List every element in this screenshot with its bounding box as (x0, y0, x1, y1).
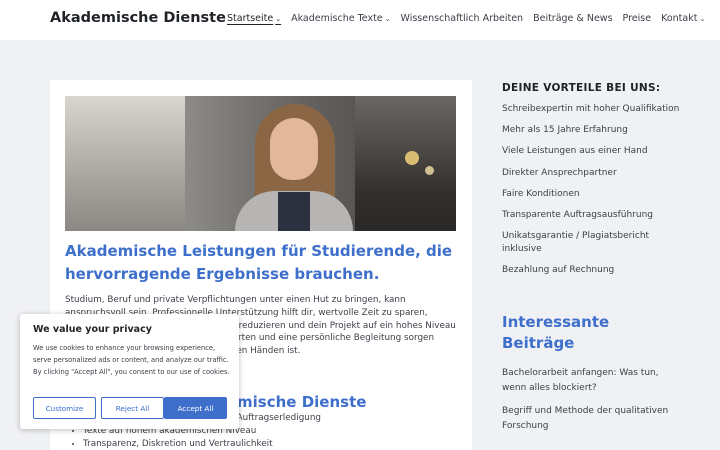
benefit-item: Viele Leistungen aus einer Hand (502, 146, 648, 157)
light-bokeh (405, 151, 419, 165)
chevron-down-icon: ⌄ (699, 14, 706, 23)
benefit-item: Bezahlung auf Rechnung (502, 265, 615, 276)
light-bokeh (425, 166, 434, 175)
cookie-text: We use cookies to enhance your browsing … (33, 344, 230, 376)
woman-face (270, 118, 318, 180)
chevron-down-icon: ⌄ (384, 14, 391, 23)
nav-item-beitraege-news[interactable]: Beiträge & News (533, 13, 612, 24)
nav-label: Startseite (227, 13, 274, 24)
customize-button[interactable]: Customize (33, 397, 96, 419)
benefit-item: Direkter Ansprechpartner (502, 167, 617, 178)
nav-label: Beiträge & News (533, 13, 613, 24)
benefit-item: Unikatsgarantie / Plagiatsbericht inklus… (502, 231, 650, 255)
page-headline: Akademische Leistungen für Studierende, … (65, 242, 453, 283)
posts-title: Interessante Beiträge (502, 313, 610, 352)
cookie-consent-dialog: We value your privacy We use cookies to … (20, 314, 239, 429)
nav-item-kontakt[interactable]: Kontakt ⌄ (661, 13, 705, 24)
hero-image (65, 96, 456, 231)
benefits-list: Schreibexpertin mit hoher Qualifikation … (502, 103, 682, 286)
benefit-item: Mehr als 15 Jahre Erfahrung (502, 125, 628, 136)
post-link[interactable]: Bachelorarbeit anfangen: Was tun, wenn a… (502, 366, 682, 396)
post-link[interactable]: Begriff und Methode der qualitativen For… (502, 404, 682, 434)
benefit-item: Faire Konditionen (502, 188, 580, 199)
street-background (355, 96, 456, 231)
nav-item-akademische-texte[interactable]: Akademische Texte ⌄ (291, 13, 390, 24)
site-header: Akademische Dienste Startseite ⌄ Akademis… (0, 0, 720, 40)
nav-label: Kontakt (661, 13, 698, 24)
nav-item-wissenschaftlich-arbeiten[interactable]: Wissenschaftlich Arbeiten (401, 13, 524, 24)
benefit-item: Schreibexpertin mit hoher Qualifikation (502, 104, 680, 114)
reject-all-button[interactable]: Reject All (101, 397, 164, 419)
main-nav: Startseite ⌄ Akademische Texte ⌄ Wissensch… (227, 13, 715, 24)
nav-label: Akademische Texte (291, 13, 383, 24)
benefit-item: Transparente Auftragsausführung (502, 209, 654, 220)
street-background (65, 96, 185, 231)
nav-label: Preise (622, 13, 652, 24)
woman-shirt (278, 192, 310, 231)
nav-item-startseite[interactable]: Startseite ⌄ (227, 13, 281, 24)
sidebar-title: DEINE VORTEILE BEI UNS: (502, 82, 661, 94)
nav-label: Wissenschaftlich Arbeiten (400, 13, 524, 24)
list-item: Transparenz, Diskretion und Vertraulichk… (83, 438, 273, 450)
accept-all-button[interactable]: Accept All (164, 397, 227, 419)
chevron-down-icon: ⌄ (275, 14, 282, 23)
nav-item-preise[interactable]: Preise (623, 13, 652, 24)
cookie-title: We value your privacy (33, 324, 152, 335)
site-logo[interactable]: Akademische Dienste (50, 10, 226, 26)
posts-list: Bachelorarbeit anfangen: Was tun, wenn a… (502, 366, 682, 442)
